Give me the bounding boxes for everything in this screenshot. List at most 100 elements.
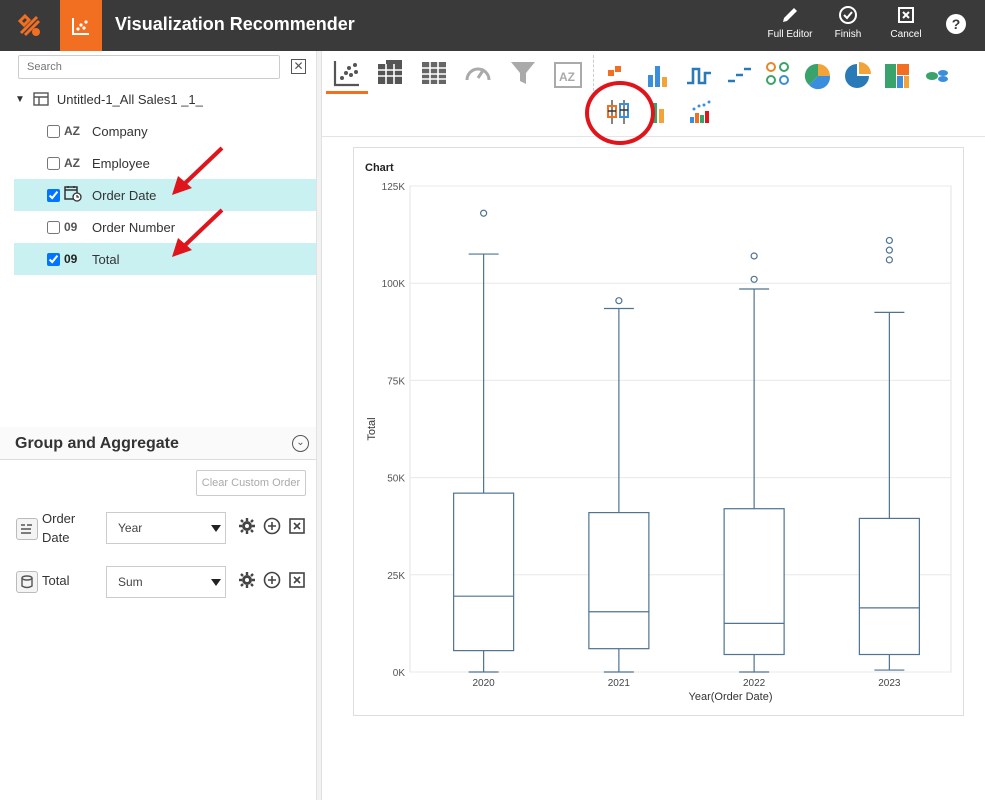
outlier-point: [615, 297, 623, 305]
toolbar-divider: [593, 55, 594, 91]
pencil-icon: [783, 8, 797, 22]
cancel-button[interactable]: Cancel: [888, 4, 924, 48]
database-icon: [16, 571, 38, 593]
bar-scatter-icon[interactable]: [686, 97, 716, 127]
step-line-icon[interactable]: [684, 61, 714, 91]
y-tick-label: 100K: [382, 279, 406, 290]
datasource-label: Untitled-1_All Sales1 _1_: [56, 91, 203, 107]
field-checkbox[interactable]: [47, 220, 60, 234]
dash-line-icon[interactable]: [724, 61, 754, 91]
selected-tab-underline: [326, 91, 368, 94]
field-company[interactable]: AZ Company: [14, 115, 316, 147]
finish-button[interactable]: Finish: [830, 4, 866, 48]
field-total[interactable]: 09 Total: [14, 243, 316, 275]
check-circle-icon: [839, 6, 857, 24]
y-tick-label: 75K: [387, 376, 405, 387]
select-value: Year: [118, 521, 143, 535]
x-axis-label: Year(Order Date): [689, 691, 773, 703]
outlier-point: [885, 256, 893, 264]
field-checkbox[interactable]: [47, 252, 60, 266]
add-circle-icon[interactable]: [263, 571, 281, 589]
field-label: Order Number: [92, 219, 176, 235]
field-checkbox[interactable]: [47, 156, 60, 170]
close-box-icon: [898, 7, 914, 23]
box-plot-chart[interactable]: 0K 25K 50K 75K 100K 125K Total Year(Order Date)…: [354, 148, 965, 717]
outlier-point: [750, 252, 758, 260]
chart-container: Chart 0K 25K 50K 75K 100K 125K Total Year(Order…: [353, 147, 964, 716]
field-label: Company: [92, 123, 148, 139]
aggregate-row-total: Total Sum: [0, 563, 316, 603]
x-tick-label: 2023: [878, 678, 901, 689]
scatter-chart-icon[interactable]: [332, 58, 362, 88]
bar-chart-icon[interactable]: [643, 61, 673, 91]
field-checkbox[interactable]: [47, 188, 60, 202]
field-order-date[interactable]: Order Date: [14, 179, 316, 211]
crosstab-icon[interactable]: [375, 58, 405, 88]
close-box-icon[interactable]: [288, 571, 306, 589]
gauge-icon[interactable]: [463, 58, 493, 88]
outlier-point: [885, 246, 893, 254]
cancel-label: Cancel: [890, 29, 922, 40]
caret-down-icon: [211, 579, 221, 586]
group-aggregate-header[interactable]: Group and Aggregate ⌄: [0, 427, 316, 460]
annotation-arrow-total: [172, 208, 224, 257]
chord-chart-icon[interactable]: [922, 61, 952, 91]
gear-icon[interactable]: [238, 517, 256, 535]
aggregate-row-order-date: Order Date Year: [0, 509, 316, 549]
number-type-icon: 09: [64, 220, 78, 234]
datasource-node[interactable]: ▼ Untitled-1_All Sales1 _1_: [15, 89, 203, 109]
field-checkbox[interactable]: [47, 124, 60, 138]
outlier-point: [750, 275, 758, 283]
aggregate-row-label: Order Date: [42, 509, 75, 547]
field-label: Total: [92, 251, 120, 267]
y-tick-label: 25K: [387, 571, 405, 582]
chevron-down-icon[interactable]: ⌄: [292, 435, 309, 452]
aggregate-function-select[interactable]: Year: [106, 512, 226, 544]
add-circle-icon[interactable]: [263, 517, 281, 535]
y-tick-label: 50K: [387, 474, 405, 485]
outlier-point: [480, 209, 488, 217]
y-tick-label: 0K: [393, 668, 406, 679]
fields-panel: ✕ ▼ Untitled-1_All Sales1 _1_ AZ Company…: [0, 51, 316, 800]
x-tick-label: 2022: [743, 678, 766, 689]
aggregate-label-line2: Date: [42, 530, 70, 545]
viz-recommender-icon[interactable]: [60, 0, 102, 51]
text-az-icon[interactable]: AZ: [553, 60, 583, 90]
aggregate-label-line1: Total: [42, 573, 70, 588]
number-type-icon: 09: [64, 252, 78, 266]
gear-icon[interactable]: [238, 571, 256, 589]
full-editor-button[interactable]: Full Editor: [764, 4, 816, 48]
x-tick-label: 2020: [473, 678, 496, 689]
search-input[interactable]: [18, 55, 280, 79]
box-body: [588, 511, 650, 650]
text-type-icon: AZ: [64, 124, 80, 138]
help-button[interactable]: ?: [946, 14, 966, 34]
collapse-triangle-icon[interactable]: ▼: [15, 94, 25, 105]
box-body: [723, 508, 785, 656]
y-axis-label: Total: [366, 417, 378, 440]
grid-table-icon[interactable]: [419, 58, 449, 88]
date-type-icon: [64, 185, 86, 205]
group-aggregate-title: Group and Aggregate: [15, 435, 179, 452]
clear-search-icon[interactable]: ✕: [291, 59, 306, 74]
annotation-arrow-order-date: [172, 146, 224, 195]
treemap-icon[interactable]: [882, 61, 912, 91]
bubble-chart-icon[interactable]: [763, 60, 793, 90]
app-logo-icon[interactable]: [0, 0, 60, 51]
aggregate-function-select[interactable]: Sum: [106, 566, 226, 598]
clear-custom-order-button[interactable]: Clear Custom Order: [196, 470, 306, 496]
field-order-number[interactable]: 09 Order Number: [14, 211, 316, 243]
app-title: Visualization Recommender: [115, 14, 355, 34]
field-label: Employee: [92, 155, 150, 171]
finish-label: Finish: [834, 29, 862, 40]
funnel-icon[interactable]: [508, 58, 538, 88]
table-icon: [33, 92, 49, 106]
field-employee[interactable]: AZ Employee: [14, 147, 316, 179]
box-body: [858, 517, 920, 656]
x-tick-label: 2021: [608, 678, 631, 689]
text-type-icon: AZ: [64, 156, 80, 170]
donut-chart-icon[interactable]: [842, 61, 872, 91]
aggregate-label-line1: Order: [42, 511, 76, 526]
close-box-icon[interactable]: [288, 517, 306, 535]
pie-chart-icon[interactable]: [803, 61, 833, 91]
